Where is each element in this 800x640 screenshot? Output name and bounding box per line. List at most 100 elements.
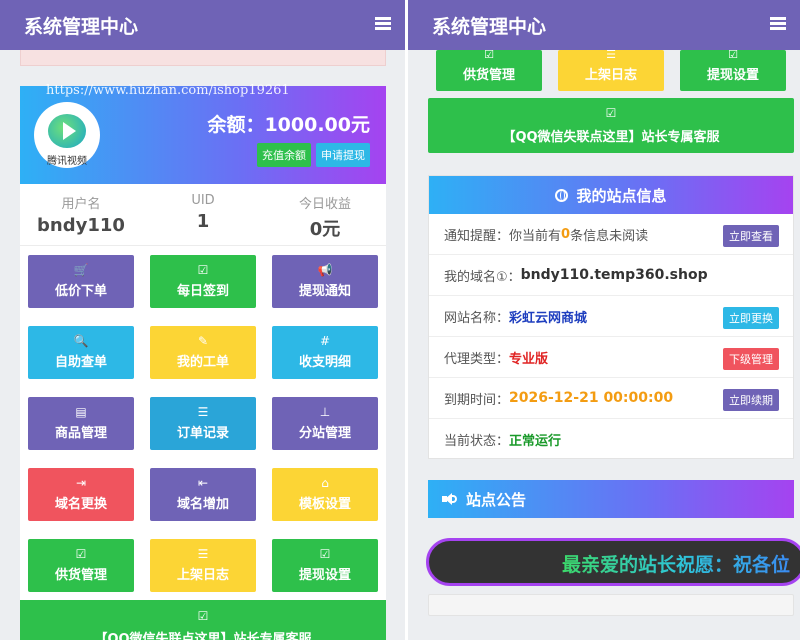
tile-label: 供货管理: [462, 68, 515, 83]
stat-label: UID: [191, 193, 215, 208]
tile-label: 域名增加: [176, 497, 229, 512]
tile-label: 订单记录: [176, 426, 229, 441]
tile-9[interactable]: ⇥ 域名更换: [28, 468, 134, 521]
tile-1[interactable]: ☑ 每日签到: [150, 255, 256, 308]
tile-label: 收支明细: [298, 355, 351, 370]
user-stats: 用户名 bndy110 UID 1 今日收益 0元: [20, 184, 386, 246]
search-icon: 🔍: [73, 334, 89, 348]
stat-uid: UID 1: [142, 184, 264, 245]
tile-10[interactable]: ⇤ 域名增加: [150, 468, 256, 521]
customer-service-button[interactable]: ☑ 【QQ微信失联点这里】站长专属客服: [428, 98, 794, 153]
recharge-button[interactable]: 充值余额: [257, 143, 311, 167]
check-square-icon: ☑: [197, 263, 209, 277]
marquee-text: 最亲爱的站长祝愿：祝各位: [562, 550, 790, 577]
tile-13[interactable]: ☰ 上架日志: [150, 539, 256, 592]
row-label: 我的域名①：: [444, 269, 521, 285]
globe-icon: [555, 188, 569, 202]
tile-label: 我的工单: [176, 355, 229, 370]
tile-label: 自助查单: [54, 355, 107, 370]
tile-12[interactable]: ☑ 供货管理: [28, 539, 134, 592]
tile-8[interactable]: ⊥ 分站管理: [272, 397, 378, 450]
expire-value: 2026-12-21 00:00:00: [509, 390, 674, 406]
check-square-icon: ☑: [605, 106, 617, 120]
view-now-button[interactable]: 立即查看: [723, 225, 779, 247]
domain-row: 我的域名①： bndy110.temp360.shop: [429, 255, 793, 296]
expire-row: 到期时间： 2026-12-21 00:00:00 立即续期: [429, 378, 793, 419]
tile-label: 低价下单: [54, 284, 107, 299]
announcement-body: [428, 594, 794, 616]
withdraw-button[interactable]: 申请提现: [316, 143, 370, 167]
avatar: 腾讯视频: [34, 102, 100, 168]
tile-4[interactable]: ✎ 我的工单: [150, 326, 256, 379]
customer-service-label: 【QQ微信失联点这里】站长专属客服: [502, 130, 720, 145]
sign-out-icon: ⇥: [75, 476, 87, 490]
home-icon: ⌂: [321, 476, 329, 490]
tile-14[interactable]: ☑ 提现设置: [272, 539, 378, 592]
balance-card: 腾讯视频 余额：1000.00元 充值余额 申请提现: [20, 86, 386, 184]
customer-service-button[interactable]: ☑ 【QQ微信失联点这里】站长专属客服: [20, 600, 386, 640]
right-pane: 系统管理中心 ☑ 供货管理 ☰ 上架日志 ☑ 提现设置 ☑ 【QQ微信失联点这里】站长专属…: [408, 0, 800, 640]
tile-0[interactable]: 🛒 低价下单: [28, 255, 134, 308]
domain-value: bndy110.temp360.shop: [520, 267, 708, 283]
menu-icon[interactable]: [770, 17, 786, 31]
tile-label: 供货管理: [54, 568, 107, 583]
top-bar: 系统管理中心: [408, 0, 800, 50]
stat-value: 1: [196, 211, 210, 232]
agent-type-value: 专业版: [509, 351, 549, 367]
top-bar: 系统管理中心: [0, 0, 405, 50]
menu-icon[interactable]: [375, 17, 391, 31]
tile-7[interactable]: ☰ 订单记录: [150, 397, 256, 450]
tile-label: 域名更换: [54, 497, 107, 512]
sitemap-icon: ⊥: [319, 405, 331, 419]
list-icon: ☰: [606, 48, 616, 61]
check-square-icon: ☑: [197, 609, 209, 623]
check-square-icon: ☑: [484, 48, 494, 61]
page-title: 系统管理中心: [432, 15, 547, 38]
tile-label: 上架日志: [584, 68, 637, 83]
change-now-button[interactable]: 立即更换: [723, 307, 779, 329]
tile-label: 每日签到: [176, 284, 229, 299]
edit-square-icon: ✎: [197, 334, 209, 348]
tile-6[interactable]: ▤ 商品管理: [28, 397, 134, 450]
row-label: 代理类型：: [444, 351, 510, 367]
tile-label: 上架日志: [176, 568, 229, 583]
notice-prefix: 你当前有: [509, 228, 562, 244]
tile-3[interactable]: 🔍 自助查单: [28, 326, 134, 379]
tile-label: 提现通知: [298, 284, 351, 299]
tile-1[interactable]: ☰ 上架日志: [558, 48, 664, 91]
stat-value: 0元: [309, 219, 341, 240]
watermark-text: https://www.huzhan.com/ishop19261: [46, 83, 290, 98]
tile-label: 提现设置: [298, 568, 351, 583]
left-pane: 系统管理中心 腾讯视频 余额：1000.00元 充值余额 申请提现 https:…: [0, 0, 405, 640]
cart-icon: 🛒: [73, 263, 89, 277]
list-alt-icon: ▤: [75, 405, 87, 419]
notice-suffix: 条信息未阅读: [570, 228, 649, 244]
row-label: 当前状态：: [444, 434, 510, 449]
status-row: 当前状态： 正常运行: [429, 419, 793, 460]
announcement-title: 站点公告: [466, 490, 527, 509]
site-info-title: 我的站点信息: [576, 186, 667, 205]
tile-11[interactable]: ⌂ 模板设置: [272, 468, 378, 521]
tile-0[interactable]: ☑ 供货管理: [436, 48, 542, 91]
site-name-value: 彩虹云网商城: [509, 310, 588, 326]
tile-label: 提现设置: [706, 68, 759, 83]
function-grid: ☑ 【QQ微信失联点这里】站长专属客服 🛒 低价下单 ☑ 每日签到 📢 提现通知 🔍 自助查单…: [20, 246, 386, 640]
announcement-header: 站点公告: [428, 480, 794, 518]
site-name-row: 网站名称： 彩虹云网商城 立即更换: [429, 296, 793, 337]
renew-button[interactable]: 立即续期: [723, 389, 779, 411]
tile-label: 模板设置: [298, 497, 351, 512]
tile-5[interactable]: # 收支明细: [272, 326, 378, 379]
customer-service-label: 【QQ微信失联点这里】站长专属客服: [94, 632, 312, 640]
sub-manage-button[interactable]: 下级管理: [723, 348, 779, 370]
site-info-card: 我的站点信息 通知提醒： 你当前有 0 条信息未阅读 立即查看 我的域名①： b…: [428, 175, 794, 459]
tile-2[interactable]: ☑ 提现设置: [680, 48, 786, 91]
hash-icon: #: [319, 334, 331, 348]
row-label: 到期时间：: [444, 392, 510, 408]
check-square-icon: ☑: [728, 48, 738, 61]
notice-count: 0: [561, 226, 571, 242]
balance-amount: 余额：1000.00元: [207, 114, 370, 136]
bullhorn-icon: 📢: [317, 263, 333, 277]
list-icon: ☰: [197, 405, 209, 419]
tile-label: 商品管理: [54, 426, 107, 441]
tile-2[interactable]: 📢 提现通知: [272, 255, 378, 308]
